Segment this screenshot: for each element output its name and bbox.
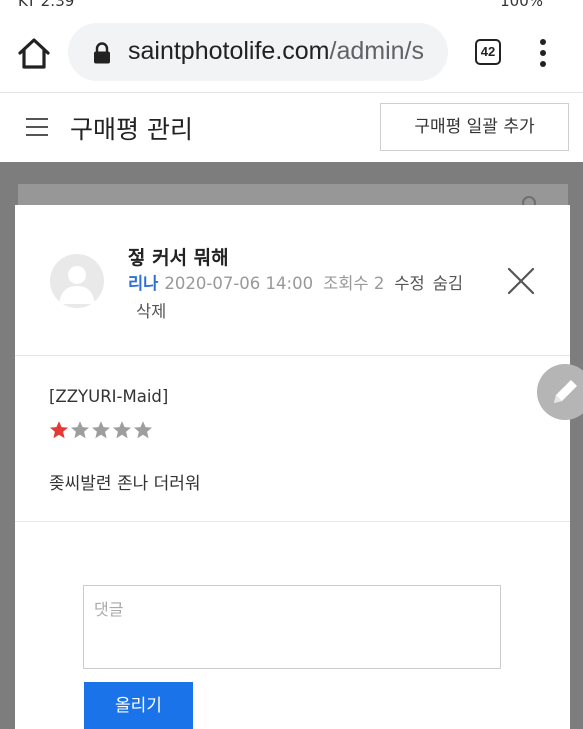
star-empty-icon: [134, 421, 152, 439]
comment-input[interactable]: [83, 585, 501, 669]
star-empty-icon: [71, 421, 89, 439]
avatar: [50, 254, 104, 308]
url-host: saintphotolife.com: [128, 37, 330, 65]
url-text: saintphotolife.com/admin/s: [128, 37, 424, 66]
product-name: [ZZYURI-Maid]: [49, 387, 169, 406]
status-battery: 100%: [500, 0, 543, 10]
more-menu-icon[interactable]: [533, 39, 553, 69]
hide-link[interactable]: 숨김: [433, 274, 463, 293]
home-icon[interactable]: [14, 34, 54, 74]
star-rating: [49, 420, 154, 442]
edit-link[interactable]: 수정: [394, 274, 424, 293]
star-filled-icon: [50, 421, 68, 439]
review-body: [ZZYURI-Maid] 좆씨발련 존나 더러워: [15, 356, 570, 522]
url-path: /admin/s: [329, 37, 424, 65]
review-date: 2020-07-06 14:00: [164, 274, 314, 293]
page-title: 구매평 관리: [70, 115, 193, 144]
close-icon[interactable]: [506, 266, 536, 296]
review-modal: 젛 커서 뭐해 리나 2020-07-06 14:00 조회수 2 수정 숨김 삭제 […: [15, 205, 570, 729]
star-empty-icon: [92, 421, 110, 439]
status-time: KT 2:39: [18, 0, 75, 10]
author-link[interactable]: 리나: [128, 274, 158, 293]
review-title: 젛 커서 뭐해: [128, 247, 229, 269]
status-bar: KT 2:39 100%: [0, 0, 583, 12]
hamburger-menu-icon[interactable]: [26, 118, 48, 136]
review-text: 좆씨발련 존나 더러워: [49, 474, 201, 494]
delete-link[interactable]: 삭제: [136, 298, 166, 322]
tab-switcher-button[interactable]: 42: [475, 39, 501, 65]
browser-toolbar: saintphotolife.com/admin/s 42: [0, 12, 583, 92]
review-header: 젛 커서 뭐해 리나 2020-07-06 14:00 조회수 2 수정 숨김 삭제: [15, 205, 570, 356]
edit-fab-button[interactable]: [537, 364, 583, 420]
view-count: 조회수 2: [323, 274, 385, 293]
address-bar[interactable]: saintphotolife.com/admin/s: [68, 23, 448, 81]
review-meta: 리나 2020-07-06 14:00 조회수 2 수정 숨김: [128, 272, 508, 296]
page-header: 구매평 관리 구매평 일괄 추가: [0, 92, 583, 162]
star-empty-icon: [113, 421, 131, 439]
pencil-icon: [554, 380, 577, 403]
add-bulk-reviews-button[interactable]: 구매평 일괄 추가: [380, 103, 569, 151]
submit-comment-button[interactable]: 올리기: [84, 682, 193, 729]
lock-icon: [92, 42, 112, 64]
